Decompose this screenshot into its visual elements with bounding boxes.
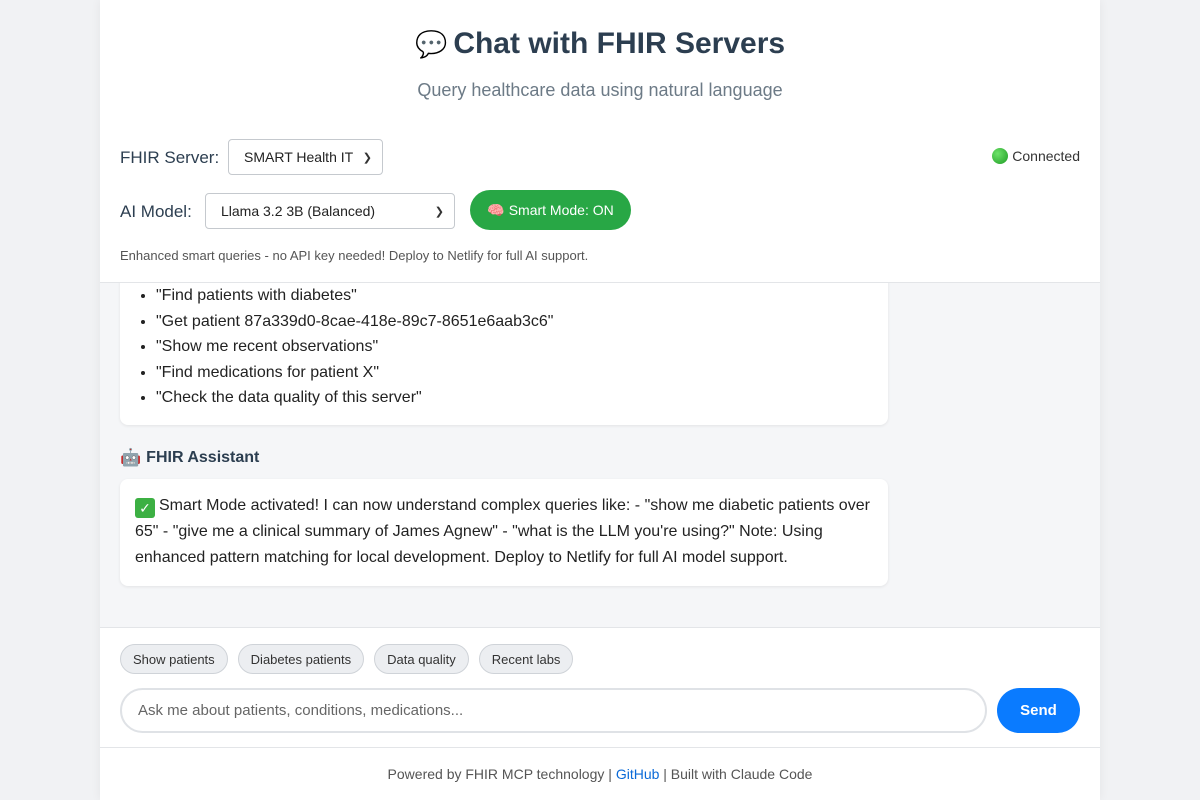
list-item: "Check the data quality of this server" [156,385,553,411]
page-subtitle: Query healthcare data using natural lang… [417,80,783,100]
chevron-down-icon: ❯ [362,151,372,164]
footer-suffix: | Built with Claude Code [659,766,813,782]
model-select-value: Llama 3.2 3B (Balanced) [221,203,376,219]
smart-mode-toggle[interactable]: 🧠 Smart Mode: ON [470,190,631,230]
input-area: Show patients Diabetes patients Data qua… [100,627,1100,747]
assistant-name: FHIR Assistant [146,449,260,466]
list-item: "Find patients with diabetes" [156,283,553,309]
robot-icon: 🤖 [120,448,142,467]
server-select-value: SMART Health IT [244,149,354,165]
footer: Powered by FHIR MCP technology | GitHub … [100,747,1100,800]
hint-text: Enhanced smart queries - no API key need… [120,248,589,263]
chevron-down-icon: ❯ [434,205,444,218]
chip-show-patients[interactable]: Show patients [120,644,228,674]
list-item: "Show me recent observations" [156,334,553,360]
server-label: FHIR Server: [120,148,220,167]
chip-data-quality[interactable]: Data quality [374,644,469,674]
brain-icon: 🧠 [487,201,505,218]
header: 💬 Chat with FHIR Servers Query healthcar… [100,0,1100,126]
chip-diabetes-patients[interactable]: Diabetes patients [237,644,365,674]
page-title-text: Chat with FHIR Servers [453,27,786,60]
send-button[interactable]: Send [997,688,1080,733]
model-label: AI Model: [120,202,192,221]
list-item: "Get patient 87a339d0-8cae-418e-89c7-865… [156,309,553,335]
quick-actions: Show patients Diabetes patients Data qua… [120,644,574,674]
github-link[interactable]: GitHub [616,766,660,782]
check-icon: ✓ [135,498,155,518]
chip-recent-labs[interactable]: Recent labs [478,644,574,674]
controls-panel: FHIR Server: SMART Health IT ❯ Connected… [100,126,1100,283]
example-list: "Find patients with diabetes" "Get patie… [156,283,553,411]
chat-area[interactable]: "Find patients with diabetes" "Get patie… [100,283,1100,627]
app-container: 💬 Chat with FHIR Servers Query healthcar… [100,0,1100,800]
status-text: Connected [1012,148,1080,164]
assistant-message-text: Smart Mode activated! I can now understa… [135,497,870,566]
message-bubble: "Find patients with diabetes" "Get patie… [120,283,888,425]
connection-status: Connected [992,148,1080,164]
server-select[interactable]: SMART Health IT ❯ [228,139,383,175]
assistant-label: 🤖 FHIR Assistant [120,448,259,468]
page-title: 💬 Chat with FHIR Servers [100,27,1100,61]
smart-mode-label: Smart Mode: ON [508,202,614,218]
speech-bubble-icon: 💬 [414,28,448,59]
footer-prefix: Powered by FHIR MCP technology | [387,766,616,782]
message-bubble: ✓ Smart Mode activated! I can now underst… [120,479,888,586]
model-select[interactable]: Llama 3.2 3B (Balanced) ❯ [205,193,455,229]
assistant-message: ✓ Smart Mode activated! I can now underst… [135,493,873,571]
list-item: "Find medications for patient X" [156,360,553,386]
status-dot-icon [992,148,1009,164]
message-input[interactable] [120,688,987,733]
